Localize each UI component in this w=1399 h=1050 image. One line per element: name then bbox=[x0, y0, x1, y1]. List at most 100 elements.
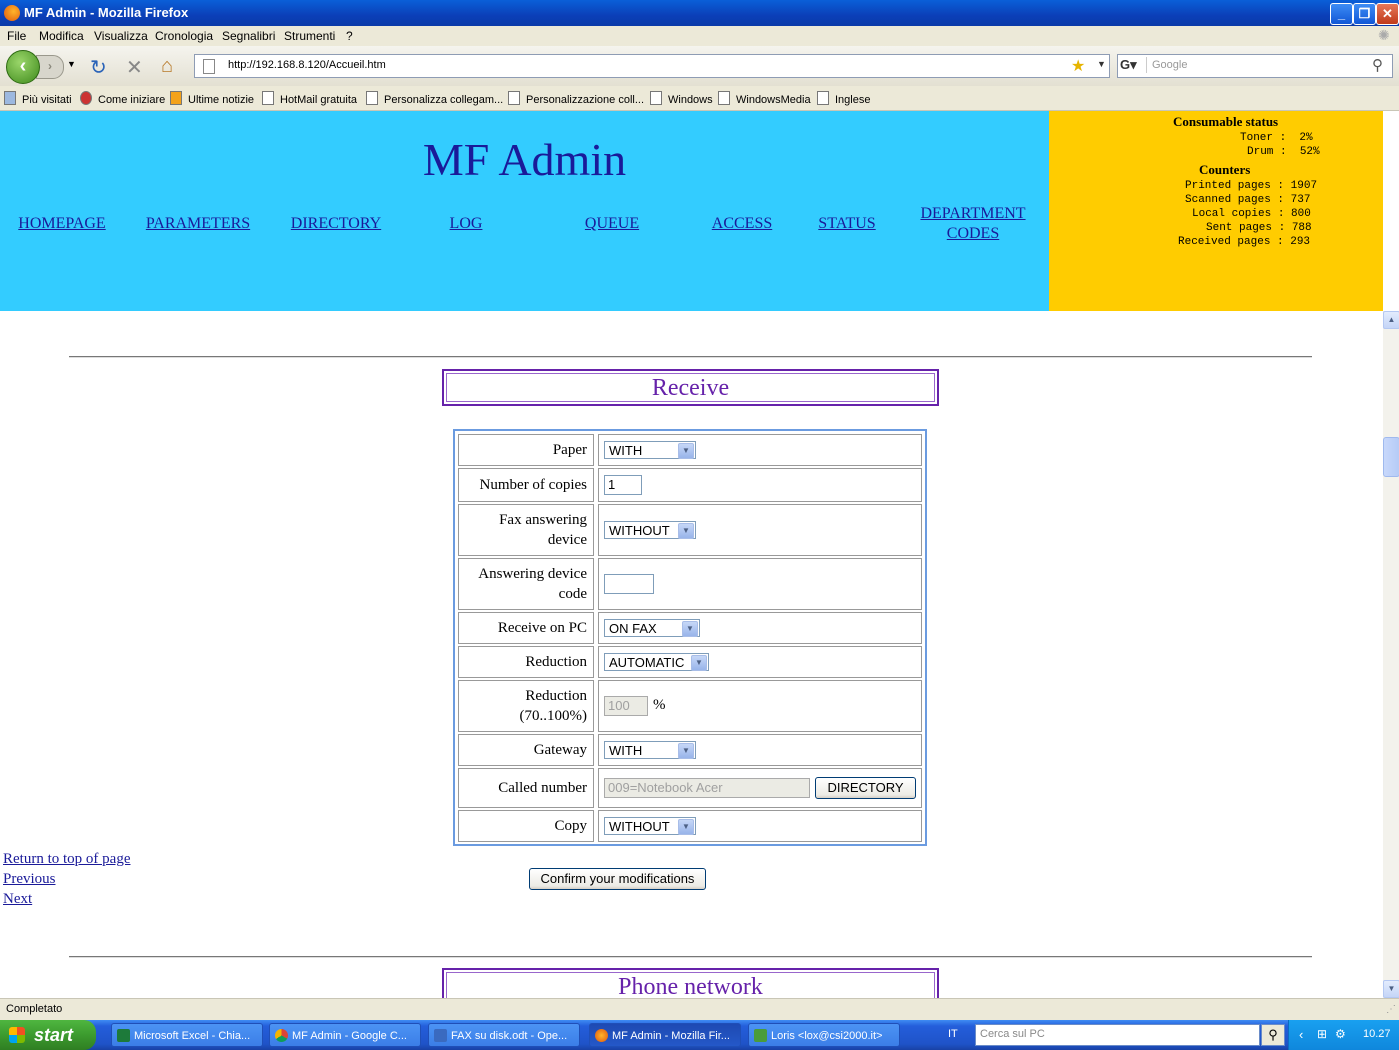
throbber-icon: ✺ bbox=[1378, 27, 1390, 43]
task-openoffice[interactable]: FAX su disk.odt - Ope... bbox=[428, 1023, 580, 1047]
url-text: http://192.168.8.120/Accueil.htm bbox=[228, 59, 386, 71]
bookmark-windows[interactable]: Windows bbox=[650, 91, 713, 106]
receive-pc-select[interactable]: ON FAX ▼ bbox=[604, 619, 700, 637]
counter-value: 293 bbox=[1290, 236, 1311, 248]
google-engine-icon[interactable]: G▾ bbox=[1120, 57, 1147, 73]
bookmark-hotmail[interactable]: HotMail gratuita bbox=[262, 91, 357, 106]
paper-label: Paper bbox=[458, 434, 594, 466]
menu-cronologia[interactable]: Cronologia bbox=[155, 29, 213, 43]
gateway-select[interactable]: WITH ▼ bbox=[604, 741, 696, 759]
copies-cell: 1 bbox=[598, 468, 922, 502]
answer-code-input[interactable] bbox=[604, 574, 654, 594]
reduction-select[interactable]: AUTOMATIC ▼ bbox=[604, 653, 709, 671]
stop-icon[interactable]: ✕ bbox=[126, 55, 143, 80]
search-bar[interactable]: G▾ Google ⚲ bbox=[1117, 54, 1393, 78]
counter-label: Printed pages bbox=[1185, 180, 1271, 192]
next-link[interactable]: Next bbox=[3, 891, 32, 908]
scroll-up-icon[interactable]: ▲ bbox=[1383, 311, 1399, 329]
resize-grip-icon[interactable]: ⋰ bbox=[1386, 1004, 1396, 1015]
tray-app-icon[interactable]: ⚙ bbox=[1335, 1027, 1346, 1041]
paper-select-value: WITH bbox=[609, 443, 643, 458]
status-panel: Consumable status Toner : 2% Drum : 52% … bbox=[1049, 111, 1383, 311]
task-chrome[interactable]: MF Admin - Google C... bbox=[269, 1023, 421, 1047]
status-bar: Completato ⋰ bbox=[0, 998, 1399, 1021]
tray-arrow-icon[interactable]: ‹ bbox=[1299, 1027, 1303, 1042]
language-indicator[interactable]: IT bbox=[948, 1028, 958, 1040]
nav-homepage[interactable]: HOMEPAGE bbox=[12, 214, 112, 234]
menu-help[interactable]: ? bbox=[346, 29, 353, 43]
menu-modifica[interactable]: Modifica bbox=[39, 29, 84, 43]
paper-select[interactable]: WITH ▼ bbox=[604, 441, 696, 459]
vertical-scrollbar[interactable]: ▲ ▼ bbox=[1383, 311, 1399, 998]
previous-link[interactable]: Previous bbox=[3, 871, 56, 888]
network-icon[interactable]: ⊞ bbox=[1317, 1027, 1327, 1041]
bookmark-windowsmedia[interactable]: WindowsMedia bbox=[718, 91, 811, 106]
answer-code-label: Answering device code bbox=[458, 558, 594, 610]
return-to-top-link[interactable]: Return to top of page bbox=[3, 851, 130, 868]
bookmark-come-iniziare[interactable]: Come iniziare bbox=[80, 91, 165, 106]
menu-strumenti[interactable]: Strumenti bbox=[284, 29, 335, 43]
close-button[interactable]: ✕ bbox=[1376, 3, 1399, 25]
history-dropdown-icon[interactable]: ▼ bbox=[67, 59, 76, 69]
bookmark-star-icon[interactable]: ★ bbox=[1071, 56, 1085, 76]
answer-code-label-text: Answering device code bbox=[478, 564, 587, 604]
menu-visualizza[interactable]: Visualizza bbox=[94, 29, 148, 43]
nav-parameters[interactable]: PARAMETERS bbox=[143, 214, 253, 234]
home-icon[interactable]: ⌂ bbox=[161, 55, 173, 78]
copy-select[interactable]: WITHOUT ▼ bbox=[604, 817, 696, 835]
reduction-label: Reduction bbox=[458, 646, 594, 678]
confirm-modifications-button[interactable]: Confirm your modifications bbox=[529, 868, 706, 890]
forward-button[interactable]: › bbox=[36, 55, 64, 79]
directory-button[interactable]: DIRECTORY bbox=[815, 777, 916, 799]
page-header: MF Admin HOMEPAGE PARAMETERS DIRECTORY L… bbox=[0, 111, 1049, 311]
scroll-down-icon[interactable]: ▼ bbox=[1383, 980, 1399, 998]
back-button[interactable]: ‹ bbox=[6, 50, 40, 84]
fax-answering-cell: WITHOUT ▼ bbox=[598, 504, 922, 556]
bookmark-personalizzazione[interactable]: Personalizzazione coll... bbox=[508, 91, 644, 106]
search-icon[interactable]: ⚲ bbox=[1372, 56, 1383, 74]
bookmark-ultime-notizie[interactable]: Ultime notizie bbox=[170, 91, 254, 106]
url-dropdown-icon[interactable]: ▼ bbox=[1097, 59, 1106, 69]
copies-input[interactable]: 1 bbox=[604, 475, 642, 495]
copies-label: Number of copies bbox=[458, 468, 594, 502]
bookmark-personalizza-collegam[interactable]: Personalizza collegam... bbox=[366, 91, 503, 106]
menu-file[interactable]: File bbox=[7, 29, 26, 43]
nav-department-codes[interactable]: DEPARTMENT CODES bbox=[913, 204, 1033, 244]
nav-access[interactable]: ACCESS bbox=[706, 214, 778, 234]
menu-segnalibri[interactable]: Segnalibri bbox=[222, 29, 275, 43]
counter-label: Local copies bbox=[1192, 208, 1272, 220]
task-chrome-label: MF Admin - Google C... bbox=[292, 1030, 407, 1042]
task-mail-label: Loris <lox@csi2000.it> bbox=[771, 1030, 883, 1042]
reduction-pct-input[interactable]: 100 bbox=[604, 696, 648, 716]
desktop-search-input[interactable]: Cerca sul PC bbox=[975, 1024, 1260, 1046]
nav-queue[interactable]: QUEUE bbox=[576, 214, 648, 234]
reload-icon[interactable]: ↻ bbox=[90, 55, 107, 80]
start-label: start bbox=[34, 1025, 74, 1045]
task-firefox-label: MF Admin - Mozilla Fir... bbox=[612, 1030, 730, 1042]
search-icon[interactable]: ⚲ bbox=[1261, 1024, 1285, 1046]
start-button[interactable]: start bbox=[0, 1020, 96, 1050]
maximize-button[interactable]: ❐ bbox=[1353, 3, 1376, 25]
counter-value: 788 bbox=[1291, 222, 1312, 234]
gateway-cell: WITH ▼ bbox=[598, 734, 922, 766]
nav-directory[interactable]: DIRECTORY bbox=[286, 214, 386, 234]
task-firefox[interactable]: MF Admin - Mozilla Fir... bbox=[589, 1023, 741, 1047]
drum-value: 52% bbox=[1299, 146, 1320, 158]
called-number-cell: 009=Notebook Acer DIRECTORY bbox=[598, 768, 922, 808]
chevron-down-icon: ▼ bbox=[691, 655, 707, 671]
task-mail[interactable]: Loris <lox@csi2000.it> bbox=[748, 1023, 900, 1047]
reduction-pct-cell: 100 % bbox=[598, 680, 922, 732]
scrollbar-thumb[interactable] bbox=[1383, 437, 1399, 477]
url-bar[interactable]: http://192.168.8.120/Accueil.htm ★ ▼ bbox=[194, 54, 1110, 78]
bookmark-inglese[interactable]: Inglese bbox=[817, 91, 870, 106]
fax-answering-select[interactable]: WITHOUT ▼ bbox=[604, 521, 696, 539]
page-title: MF Admin bbox=[422, 134, 627, 185]
fax-answering-label-line2: device bbox=[547, 532, 587, 548]
nav-log[interactable]: LOG bbox=[436, 214, 496, 234]
bookmark-piu-visitati[interactable]: Più visitati bbox=[4, 91, 72, 106]
minimize-button[interactable]: _ bbox=[1330, 3, 1353, 25]
task-excel[interactable]: Microsoft Excel - Chia... bbox=[111, 1023, 263, 1047]
title-bar[interactable]: MF Admin - Mozilla Firefox _ ❐ ✕ bbox=[0, 0, 1399, 26]
called-number-input[interactable]: 009=Notebook Acer bbox=[604, 778, 810, 798]
nav-status[interactable]: STATUS bbox=[811, 214, 883, 234]
